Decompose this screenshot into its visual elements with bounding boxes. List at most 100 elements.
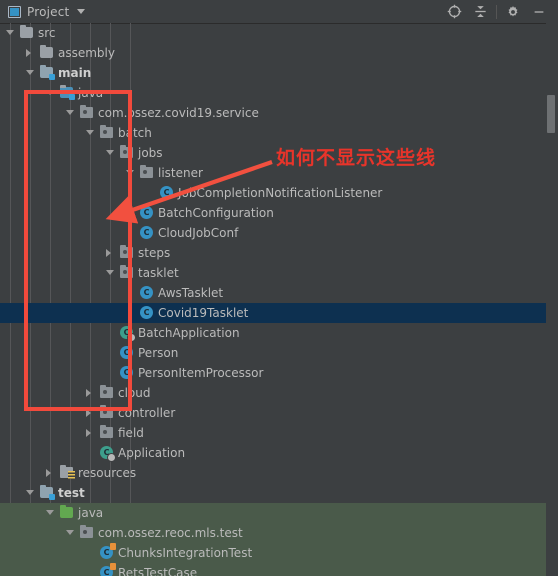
tree-row-label: java (78, 86, 104, 100)
tree-row[interactable]: src (0, 23, 558, 43)
tree-row[interactable]: main (0, 63, 558, 83)
folder-source-icon (60, 85, 75, 100)
package-icon (100, 125, 113, 139)
page-title: Project (27, 4, 70, 19)
collapse-all-icon[interactable] (467, 1, 493, 23)
project-panel-icon (8, 5, 21, 18)
tree-row-label: batch (118, 126, 152, 140)
folder-icon (20, 25, 33, 39)
scrollbar-thumb[interactable] (547, 95, 555, 133)
package-icon (120, 145, 133, 159)
tree-row[interactable]: listener (0, 163, 558, 183)
package-icon (80, 105, 93, 119)
folder-res-icon (60, 465, 75, 479)
tree-row-label: controller (118, 406, 176, 420)
tree-row[interactable]: AwsTasklet (0, 283, 558, 303)
tree-toggle-expanded-icon[interactable] (105, 143, 116, 163)
select-opened-file-icon[interactable] (441, 1, 467, 23)
tree-row-label: listener (158, 166, 203, 180)
tree-row[interactable]: tasklet (0, 263, 558, 283)
tree-row[interactable]: test (0, 483, 558, 503)
tree-row[interactable]: Person (0, 343, 558, 363)
project-title-group[interactable]: Project (0, 4, 86, 19)
package-icon (120, 265, 133, 279)
tree-toggle-expanded-icon[interactable] (25, 483, 36, 503)
tree-row[interactable]: RetsTestCase (0, 563, 558, 576)
tree-toggle-expanded-icon[interactable] (105, 263, 116, 283)
tree-row[interactable]: java (0, 83, 558, 103)
tree-row[interactable]: cloud (0, 383, 558, 403)
tree-toggle-expanded-icon[interactable] (65, 523, 76, 543)
tree-row[interactable]: com.ossez.covid19.service (0, 103, 558, 123)
tree-row-label: assembly (58, 46, 115, 60)
tree-row-label: cloud (118, 386, 151, 400)
tree-row-label: resources (78, 466, 137, 480)
toolbar (441, 1, 558, 23)
tree-row[interactable]: resources (0, 463, 558, 483)
tree-row-label: src (38, 26, 56, 40)
tree-row[interactable]: assembly (0, 43, 558, 63)
package-icon (100, 425, 113, 439)
tree-row[interactable]: java (0, 503, 558, 523)
tree-toggle-collapsed-icon[interactable] (85, 423, 96, 443)
tree-row[interactable]: batch (0, 123, 558, 143)
tree-row[interactable]: Covid19Tasklet (0, 303, 558, 323)
project-tree[interactable]: src assembly main java com.ossez.covid19.ser… (0, 23, 558, 576)
class-icon (160, 186, 173, 199)
tree-row-label: com.ossez.covid19.service (98, 106, 259, 120)
tree-row-label: tasklet (138, 266, 179, 280)
class-test-icon (100, 543, 116, 559)
tree-toggle-expanded-icon[interactable] (125, 163, 136, 183)
tree-row[interactable]: CloudJobConf (0, 223, 558, 243)
class-icon (140, 306, 153, 319)
package-icon (120, 245, 133, 259)
folder-module-icon (40, 485, 55, 500)
class-icon (140, 226, 153, 239)
class-run-icon (100, 446, 116, 462)
tree-toggle-expanded-icon[interactable] (45, 83, 56, 103)
tree-row[interactable]: steps (0, 243, 558, 263)
tree-row-label: Covid19Tasklet (158, 306, 249, 320)
chevron-down-icon[interactable] (77, 9, 86, 14)
tree-row[interactable]: Application (0, 443, 558, 463)
folder-module-icon (40, 65, 55, 80)
tree-toggle-collapsed-icon[interactable] (85, 403, 96, 423)
tree-row-label: AwsTasklet (158, 286, 224, 300)
tree-row[interactable]: field (0, 423, 558, 443)
tree-row-label: test (58, 486, 85, 500)
tree-toggle-expanded-icon[interactable] (65, 103, 76, 123)
tree-row[interactable]: JobCompletionNotificationListener (0, 183, 558, 203)
tree-row-label: com.ossez.reoc.mls.test (98, 526, 243, 540)
class-test-icon (100, 563, 116, 576)
tree-toggle-expanded-icon[interactable] (85, 123, 96, 143)
tool-window-header: Project (0, 0, 558, 24)
gear-icon[interactable] (500, 1, 526, 23)
tree-row[interactable]: ChunksIntegrationTest (0, 543, 558, 563)
tree-toggle-collapsed-icon[interactable] (85, 383, 96, 403)
tree-row-label: Application (118, 446, 186, 460)
tree-row[interactable]: controller (0, 403, 558, 423)
tree-row[interactable]: BatchApplication (0, 323, 558, 343)
tree-toggle-collapsed-icon[interactable] (45, 463, 56, 483)
tree-row-label: Person (138, 346, 179, 360)
class-icon (120, 366, 133, 379)
tree-row-label: jobs (138, 146, 163, 160)
tree-row[interactable]: BatchConfiguration (0, 203, 558, 223)
tree-row-label: field (118, 426, 144, 440)
vertical-scrollbar[interactable] (546, 23, 558, 576)
tree-row-label: BatchApplication (138, 326, 240, 340)
tree-toggle-expanded-icon[interactable] (25, 63, 36, 83)
tree-row[interactable]: jobs (0, 143, 558, 163)
tree-toggle-expanded-icon[interactable] (5, 23, 16, 43)
tree-row-label: JobCompletionNotificationListener (178, 186, 383, 200)
tree-toggle-expanded-icon[interactable] (45, 503, 56, 523)
tree-toggle-collapsed-icon[interactable] (25, 43, 36, 63)
minus-icon[interactable] (526, 1, 552, 23)
tree-toggle-collapsed-icon[interactable] (105, 243, 116, 263)
tree-row-label: CloudJobConf (158, 226, 239, 240)
tree-row-label: main (58, 66, 92, 80)
package-icon (100, 405, 113, 419)
tree-row[interactable]: PersonItemProcessor (0, 363, 558, 383)
folder-test-icon (60, 505, 73, 519)
tree-row[interactable]: com.ossez.reoc.mls.test (0, 523, 558, 543)
